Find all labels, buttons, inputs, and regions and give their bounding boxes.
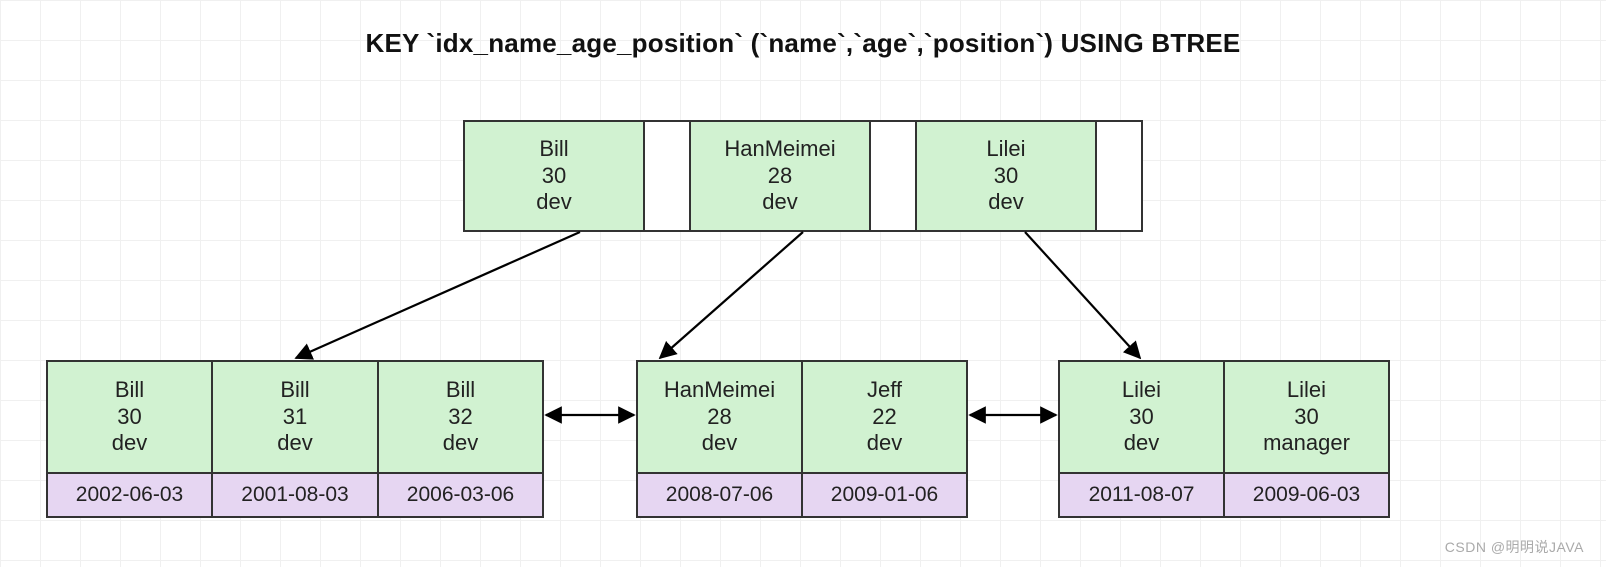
btree-leaf-node: Bill30dev2002-06-03Bill31dev2001-08-03Bi… (46, 360, 544, 518)
root-key-position: dev (762, 189, 797, 215)
root-key-position: dev (988, 189, 1023, 215)
leaf-key: Lilei30manager (1224, 360, 1390, 474)
leaf-key-position: dev (443, 430, 478, 456)
root-key-1: HanMeimei 28 dev (691, 122, 871, 230)
leaf-date: 2002-06-03 (46, 474, 212, 518)
leaf-key-age: 28 (707, 404, 731, 430)
watermark: CSDN @明明说JAVA (1445, 537, 1584, 557)
leaf-key-name: Bill (115, 377, 144, 403)
leaf-date: 2011-08-07 (1058, 474, 1224, 518)
leaf-cell: Lilei30dev2011-08-07 (1058, 360, 1224, 518)
leaf-key-position: dev (867, 430, 902, 456)
root-key-0: Bill 30 dev (465, 122, 645, 230)
leaf-date: 2006-03-06 (378, 474, 544, 518)
leaf-key-position: dev (1124, 430, 1159, 456)
leaf-date: 2009-01-06 (802, 474, 968, 518)
btree-leaf-node: Lilei30dev2011-08-07Lilei30manager2009-0… (1058, 360, 1390, 518)
root-pointer-gap (1097, 122, 1141, 230)
root-key-age: 28 (768, 163, 792, 189)
leaf-cell: Bill31dev2001-08-03 (212, 360, 378, 518)
root-key-age: 30 (542, 163, 566, 189)
leaf-key-position: dev (702, 430, 737, 456)
leaf-date: 2009-06-03 (1224, 474, 1390, 518)
leaf-key-name: Lilei (1122, 377, 1161, 403)
leaf-key-age: 30 (1129, 404, 1153, 430)
leaf-key-age: 30 (117, 404, 141, 430)
leaf-key-age: 32 (448, 404, 472, 430)
leaf-date: 2001-08-03 (212, 474, 378, 518)
leaf-key: Jeff22dev (802, 360, 968, 474)
leaf-key-age: 31 (283, 404, 307, 430)
leaf-key-name: Bill (446, 377, 475, 403)
root-key-name: Bill (539, 136, 568, 162)
leaf-key-name: HanMeimei (664, 377, 775, 403)
leaf-date: 2008-07-06 (636, 474, 802, 518)
leaf-key-age: 22 (872, 404, 896, 430)
btree-leaf-node: HanMeimei28dev2008-07-06Jeff22dev2009-01… (636, 360, 968, 518)
root-key-name: HanMeimei (724, 136, 835, 162)
leaf-key-name: Bill (280, 377, 309, 403)
leaf-cell: Bill30dev2002-06-03 (46, 360, 212, 518)
btree-leaf-row: Bill30dev2002-06-03Bill31dev2001-08-03Bi… (0, 360, 1606, 530)
leaf-key-position: dev (277, 430, 312, 456)
root-pointer-gap (645, 122, 691, 230)
root-key-name: Lilei (986, 136, 1025, 162)
leaf-key: HanMeimei28dev (636, 360, 802, 474)
leaf-key: Lilei30dev (1058, 360, 1224, 474)
leaf-key: Bill31dev (212, 360, 378, 474)
root-pointer-gap (871, 122, 917, 230)
leaf-cell: Bill32dev2006-03-06 (378, 360, 544, 518)
leaf-key-age: 30 (1294, 404, 1318, 430)
root-key-position: dev (536, 189, 571, 215)
leaf-key-position: manager (1263, 430, 1350, 456)
leaf-key: Bill32dev (378, 360, 544, 474)
leaf-key-name: Lilei (1287, 377, 1326, 403)
btree-root-node: Bill 30 dev HanMeimei 28 dev Lilei 30 de… (463, 120, 1143, 232)
root-key-age: 30 (994, 163, 1018, 189)
leaf-cell: Jeff22dev2009-01-06 (802, 360, 968, 518)
leaf-cell: HanMeimei28dev2008-07-06 (636, 360, 802, 518)
root-key-2: Lilei 30 dev (917, 122, 1097, 230)
leaf-key: Bill30dev (46, 360, 212, 474)
leaf-cell: Lilei30manager2009-06-03 (1224, 360, 1390, 518)
leaf-key-position: dev (112, 430, 147, 456)
diagram-title: KEY `idx_name_age_position` (`name`,`age… (0, 28, 1606, 59)
leaf-key-name: Jeff (867, 377, 902, 403)
